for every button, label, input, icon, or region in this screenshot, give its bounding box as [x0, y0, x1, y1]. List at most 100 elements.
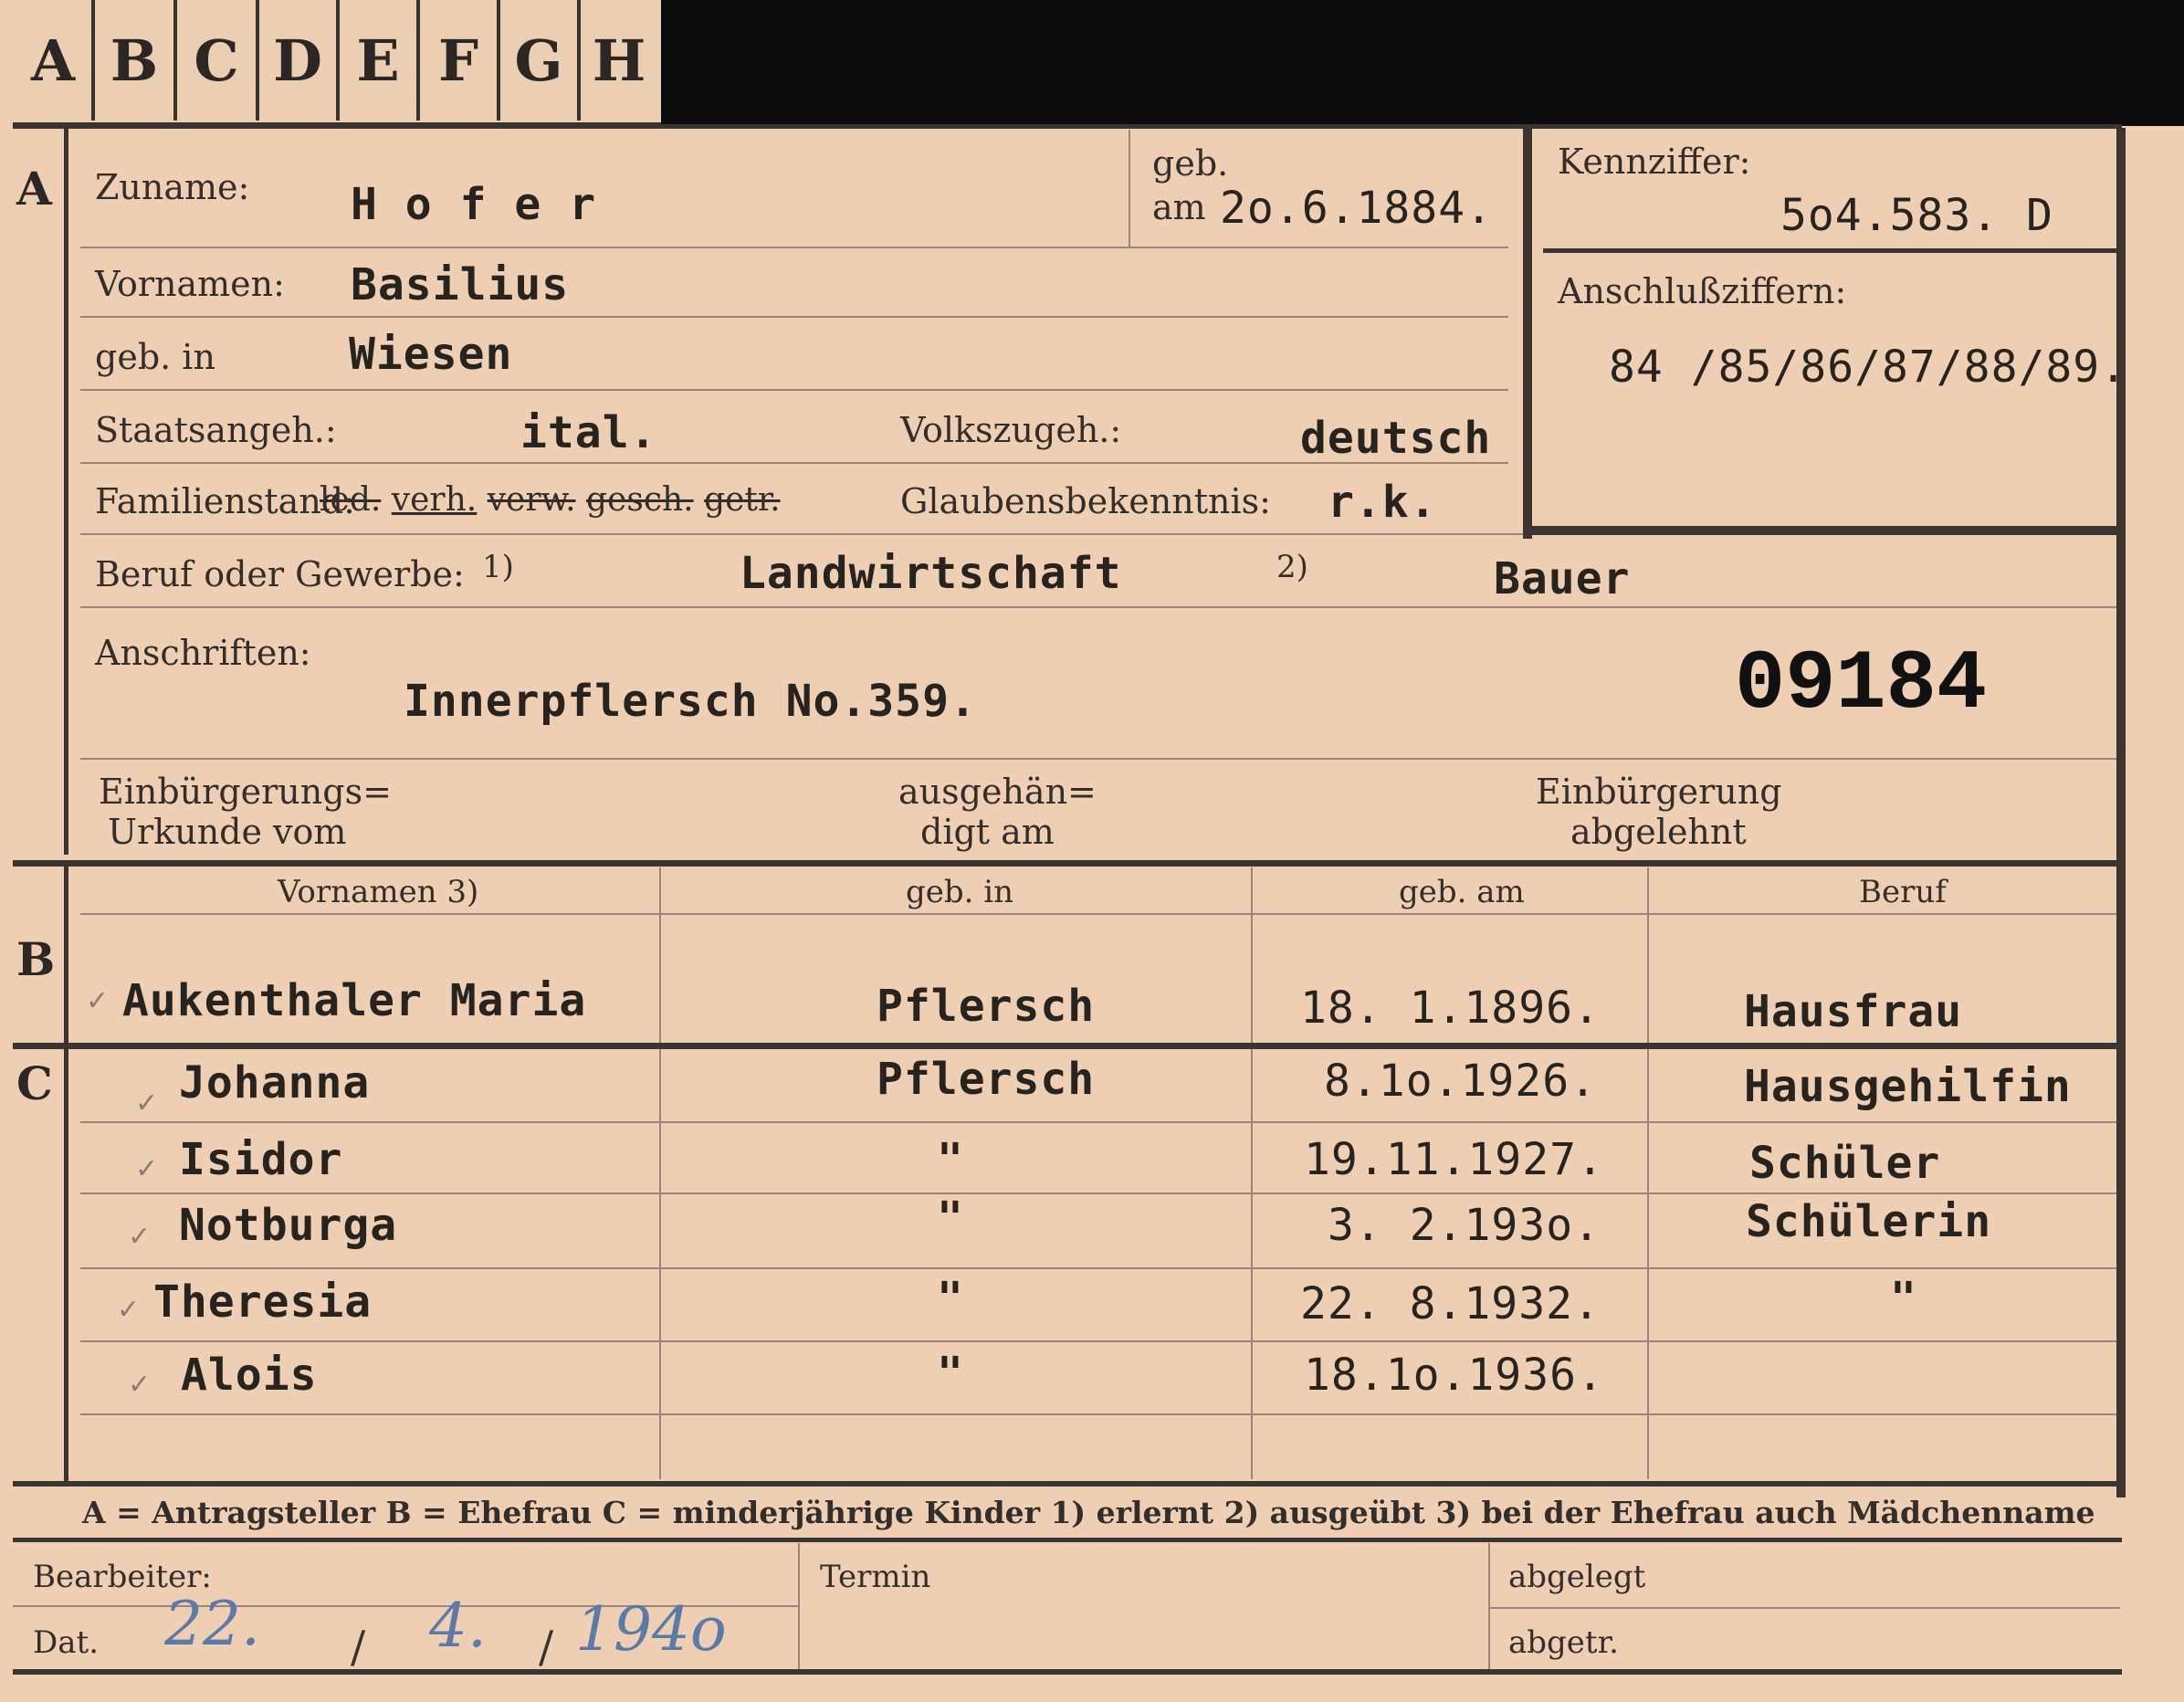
handed-out-label-1: ausgehän=	[898, 772, 1097, 812]
rule-marital	[80, 533, 1523, 535]
check-mark: ✓	[135, 1153, 159, 1185]
legend-bottom-rule	[13, 1538, 2122, 1542]
marital-option-single: led.	[320, 481, 382, 519]
naturalization-certificate-label-1: Einbürgerungs=	[99, 772, 392, 812]
clerk-label: Bearbeiter:	[33, 1559, 212, 1595]
given-names-label: Vornamen:	[95, 264, 285, 304]
spouse-name: Aukenthaler Maria	[122, 975, 587, 1026]
birth-date-label-am: am	[1152, 187, 1206, 227]
table-row-rule	[80, 1413, 2116, 1415]
section-a-letter: A	[16, 162, 52, 215]
index-tab-f[interactable]: F	[420, 0, 500, 121]
ethnicity-label: Volkszugeh.:	[900, 410, 1122, 450]
section-c-top-rule	[13, 1043, 2122, 1049]
header-given-names: Vornamen 3)	[278, 874, 479, 910]
naturalization-refused-label-2: abgelehnt	[1570, 812, 1747, 852]
marital-option-divorced: gesch.	[586, 481, 694, 519]
registration-card: A B C D E F G H A Zuname: H o f e r geb.…	[0, 0, 2184, 1702]
reference-id-label: Kennziffer:	[1558, 142, 1751, 182]
child-1-birth-date: 8.1o.1926.	[1324, 1056, 1597, 1107]
section-a-vertical-rule	[64, 124, 68, 855]
marital-option-married: verh.	[391, 481, 478, 519]
check-mark: ✓	[128, 1221, 152, 1253]
child-1-name: Johanna	[179, 1057, 371, 1108]
child-1-occupation: Hausgehilfin	[1744, 1061, 2072, 1112]
table-row-rule	[80, 1121, 2116, 1123]
occupation-label: Beruf oder Gewerbe:	[95, 554, 465, 594]
surname-label: Zuname:	[95, 167, 250, 207]
spouse-occupation: Hausfrau	[1744, 986, 1963, 1037]
rule-occupation	[80, 606, 2116, 608]
marital-status-options: led. verh. verw. gesch. getr.	[320, 484, 781, 517]
given-names-value: Basilius	[351, 259, 570, 310]
marital-option-widowed: verw.	[487, 481, 576, 519]
index-tab-c[interactable]: C	[177, 0, 259, 121]
reference-box-bottom	[1523, 526, 2126, 535]
child-2-occupation: Schüler	[1749, 1138, 1941, 1189]
col-divider-3	[1647, 867, 1649, 1479]
handed-out-label-2: digt am	[920, 812, 1055, 852]
handwritten-year: 194o	[575, 1594, 727, 1665]
citizenship-value: ital.	[520, 407, 657, 458]
child-2-birthplace: "	[937, 1134, 964, 1185]
table-row-rule	[80, 1267, 2116, 1269]
child-2-name: Isidor	[179, 1134, 343, 1185]
religion-label: Glaubensbekenntnis:	[900, 481, 1271, 521]
index-tab-a[interactable]: A	[15, 0, 95, 121]
rule-birthplace	[80, 389, 1508, 391]
check-mark: ✓	[86, 985, 110, 1017]
child-3-birth-date: 3. 2.193o.	[1328, 1200, 1601, 1251]
table-row-rule	[80, 1192, 2116, 1194]
child-3-name: Notburga	[179, 1200, 398, 1251]
address-label: Anschriften:	[95, 633, 311, 673]
birthplace-label: geb. in	[95, 337, 215, 377]
appointment-label: Termin	[820, 1559, 931, 1595]
child-3-birthplace: "	[937, 1192, 964, 1244]
occupation-practiced-footnote: 2)	[1276, 549, 1308, 585]
col-divider-1	[659, 867, 661, 1479]
child-3-occupation: Schülerin	[1746, 1196, 1992, 1247]
birth-date-label-geb: geb.	[1152, 143, 1229, 184]
rule-filed	[1488, 1607, 2120, 1609]
filed-by-label: abgetr.	[1508, 1624, 1619, 1661]
index-tab-b[interactable]: B	[95, 0, 177, 121]
child-5-name: Alois	[181, 1350, 318, 1401]
rule-table-header	[80, 913, 2116, 915]
index-tab-e[interactable]: E	[340, 0, 420, 121]
naturalization-certificate-label-2: Urkunde vom	[108, 812, 347, 852]
col-divider-2	[1251, 867, 1253, 1479]
dark-background	[661, 0, 2184, 126]
frame-right-rule	[2116, 128, 2126, 1497]
index-tab-g[interactable]: G	[500, 0, 581, 121]
frame-bottom-rule	[13, 1669, 2122, 1675]
table-row-rule	[80, 1340, 2116, 1342]
rule-surname	[80, 247, 1508, 248]
index-tab-h[interactable]: H	[581, 0, 657, 121]
check-mark: ✓	[128, 1369, 152, 1401]
occupation-learned-footnote: 1)	[482, 549, 514, 585]
rule-citizenship	[80, 462, 1508, 464]
connected-numbers-value: 84 /85/86/87/88/89.	[1609, 341, 2128, 393]
date-separator: /	[539, 1622, 554, 1673]
religion-value: r.k.	[1328, 477, 1437, 528]
handwritten-month: 4.	[429, 1591, 487, 1661]
rule-given-names	[80, 316, 1508, 318]
date-separator: /	[351, 1622, 366, 1673]
index-tab-d[interactable]: D	[259, 0, 340, 121]
child-4-birth-date: 22. 8.1932.	[1300, 1278, 1601, 1329]
child-5-birth-date: 18.1o.1936.	[1304, 1350, 1604, 1401]
card-right-edge	[2137, 126, 2184, 1702]
header-occupation: Beruf	[1859, 874, 1947, 910]
occupation-learned-value: Landwirtschaft	[740, 548, 1122, 599]
child-4-name: Theresia	[153, 1276, 373, 1328]
sections-bc-vertical-rule	[64, 860, 68, 1481]
section-c-letter: C	[16, 1056, 53, 1110]
legend-top-rule	[13, 1481, 2122, 1487]
section-b-top-rule	[13, 860, 2122, 867]
spouse-birthplace: Pflersch	[877, 981, 1096, 1032]
date-label: Dat.	[33, 1624, 100, 1661]
filed-label: abgelegt	[1508, 1559, 1646, 1595]
address-value: Innerpflersch No.359.	[404, 676, 977, 727]
ethnicity-value: deutsch	[1300, 413, 1492, 464]
birthplace-value: Wiesen	[349, 329, 513, 380]
